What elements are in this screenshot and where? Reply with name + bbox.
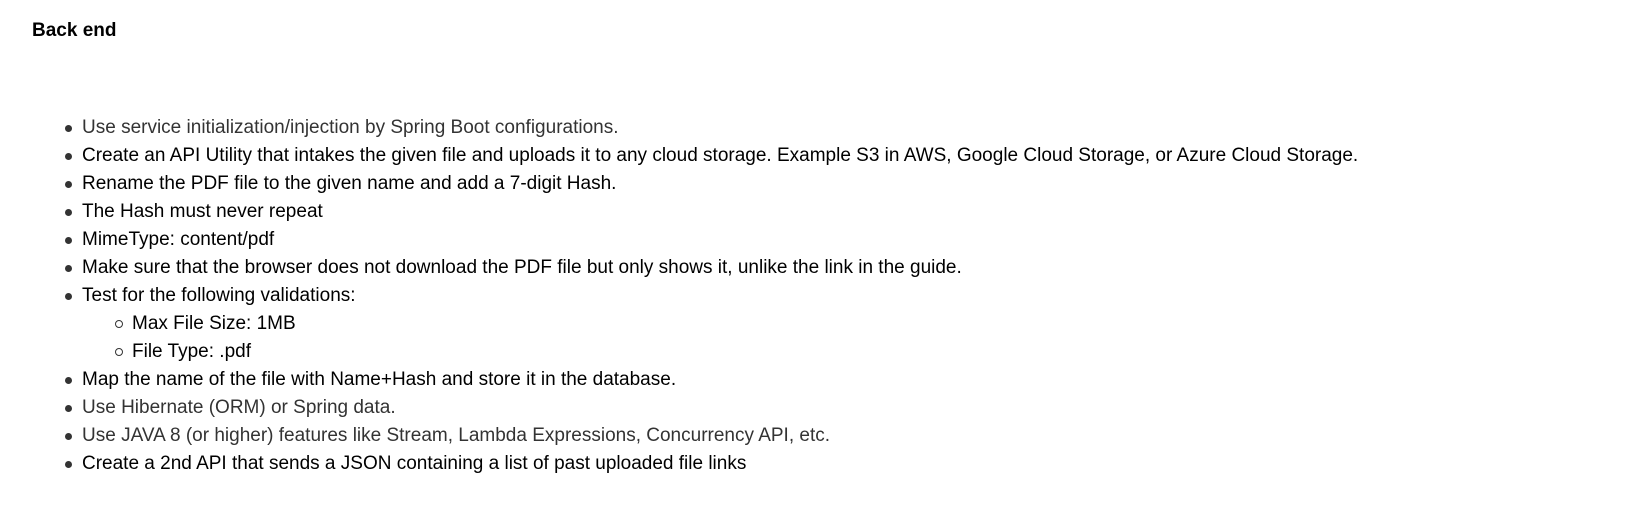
bullet-disc-icon	[65, 433, 72, 440]
list-item-text: Test for the following validations:	[82, 285, 356, 306]
list-item-text: MimeType: content/pdf	[82, 229, 275, 250]
bullet-disc-icon	[65, 153, 72, 160]
document-page: Back end Use service initialization/inje…	[0, 0, 1648, 520]
section-heading: Back end	[32, 20, 117, 41]
list-item-text: The Hash must never repeat	[82, 201, 323, 222]
list-item-text: Create a 2nd API that sends a JSON conta…	[82, 453, 747, 474]
list-item: Map the name of the file with Name+Hash …	[65, 366, 1358, 394]
list-item: Use Hibernate (ORM) or Spring data.	[65, 394, 1358, 422]
sublist-item: Max File Size: 1MB	[115, 310, 1358, 338]
bullet-disc-icon	[65, 125, 72, 132]
list-item: Test for the following validations: Max …	[65, 282, 1358, 366]
bullet-circle-icon	[115, 348, 123, 356]
validations-sublist: Max File Size: 1MB File Type: .pdf	[82, 310, 1358, 366]
list-item-text: Use service initialization/injection by …	[82, 117, 619, 138]
list-item: Use service initialization/injection by …	[65, 114, 1358, 142]
list-item: Rename the PDF file to the given name an…	[65, 170, 1358, 198]
list-item-text: Use Hibernate (ORM) or Spring data.	[82, 397, 396, 418]
bullet-disc-icon	[65, 237, 72, 244]
list-item-text: Make sure that the browser does not down…	[82, 257, 962, 278]
bullet-disc-icon	[65, 377, 72, 384]
sublist-item-text: Max File Size: 1MB	[132, 313, 296, 334]
list-item: Make sure that the browser does not down…	[65, 254, 1358, 282]
bullet-disc-icon	[65, 461, 72, 468]
list-item: Create a 2nd API that sends a JSON conta…	[65, 450, 1358, 478]
bullet-disc-icon	[65, 405, 72, 412]
bullet-circle-icon	[115, 320, 123, 328]
list-item-text: Create an API Utility that intakes the g…	[82, 145, 1359, 166]
bullet-disc-icon	[65, 209, 72, 216]
list-item: The Hash must never repeat	[65, 198, 1358, 226]
list-item: MimeType: content/pdf	[65, 226, 1358, 254]
bullet-disc-icon	[65, 181, 72, 188]
list-item: Create an API Utility that intakes the g…	[65, 142, 1359, 170]
bullet-disc-icon	[65, 265, 72, 272]
requirements-list: Use service initialization/injection by …	[65, 114, 1359, 478]
sublist-item-text: File Type: .pdf	[132, 341, 251, 362]
sublist-item: File Type: .pdf	[115, 338, 1358, 366]
list-item-text: Rename the PDF file to the given name an…	[82, 173, 617, 194]
list-item-text: Map the name of the file with Name+Hash …	[82, 369, 677, 390]
bullet-disc-icon	[65, 293, 72, 300]
list-item: Use JAVA 8 (or higher) features like Str…	[65, 422, 1358, 450]
list-item-text: Use JAVA 8 (or higher) features like Str…	[82, 425, 831, 446]
